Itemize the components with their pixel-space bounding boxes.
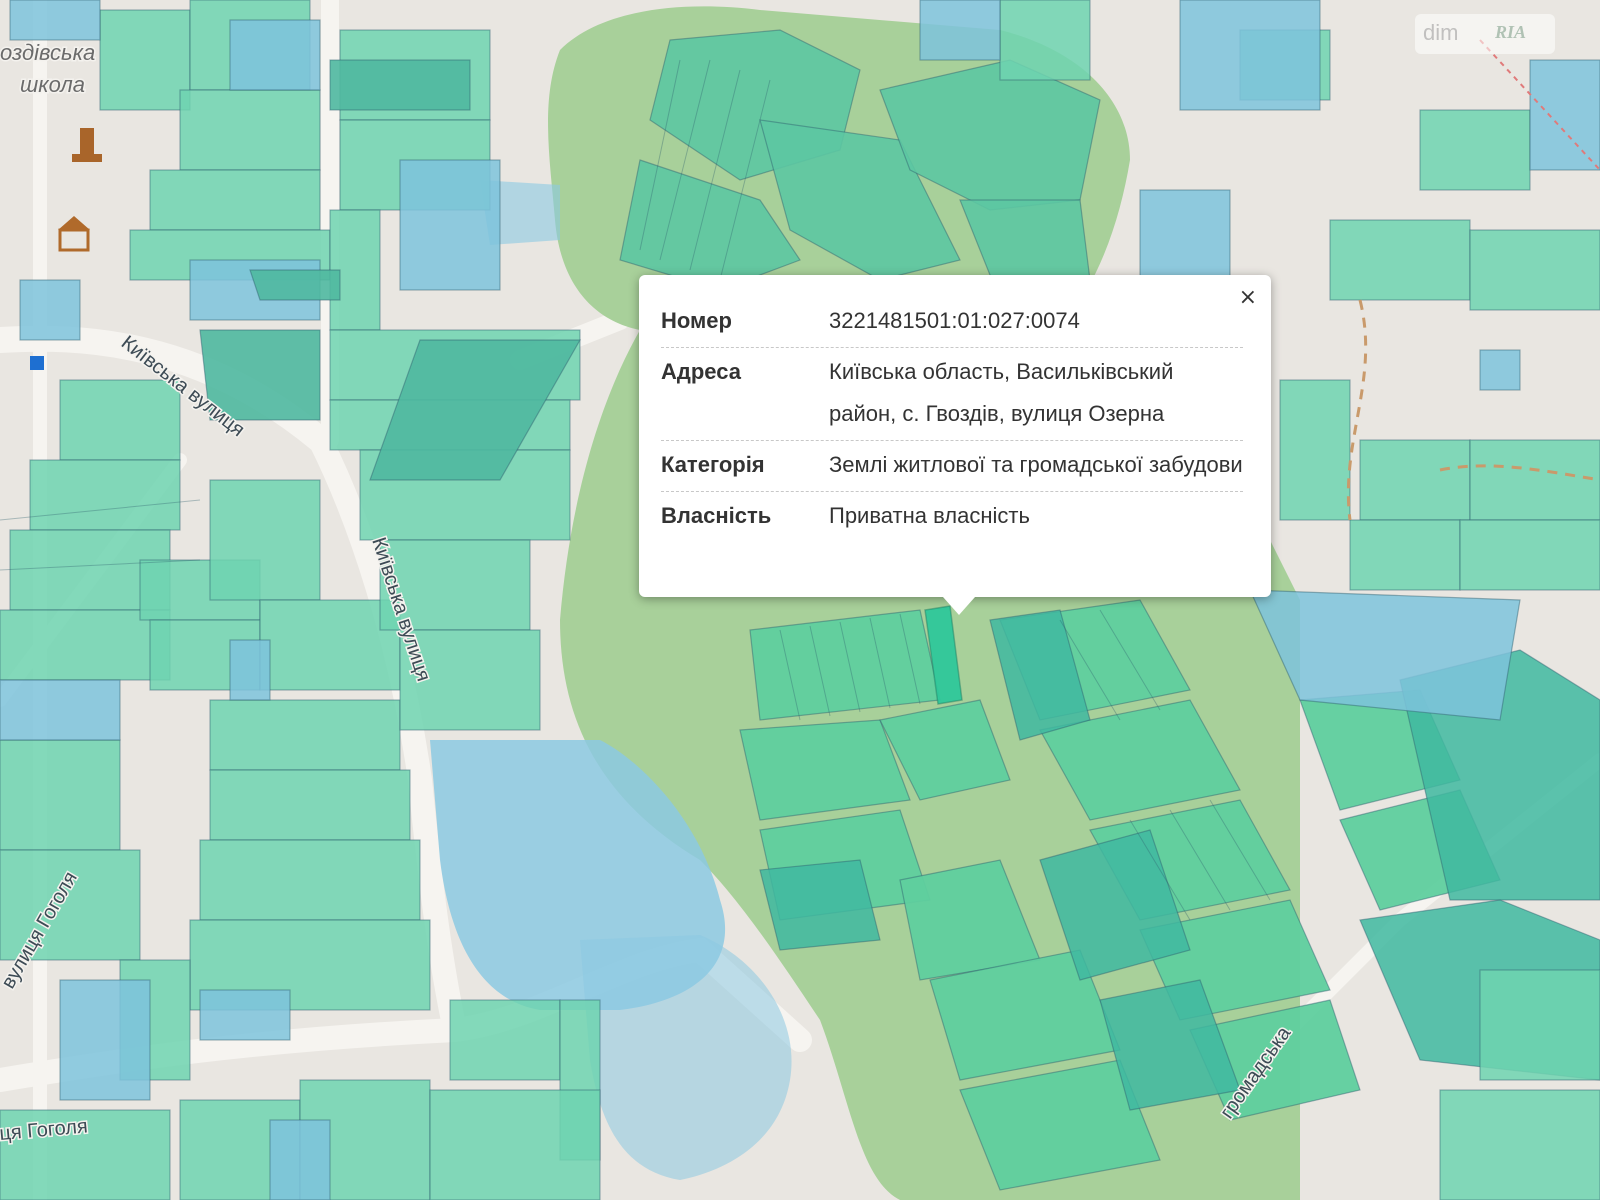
popup-value: Київська область, Васильківський район, … [829,359,1174,426]
place-label-school-1: оздівська [0,40,95,65]
popup-row-category: Категорія Землі житлової та громадської … [661,441,1243,492]
place-label-school-2: школа [20,72,85,97]
watermark-logo: dim RIA [1415,14,1555,54]
popup-row-address: Адреса Київська область, Васильківський … [661,348,1243,441]
popup-label: Власність [661,503,772,528]
watermark-brand: dim [1423,20,1459,45]
popup-value: Землі житлової та громадської забудови [829,452,1243,477]
close-icon[interactable]: × [1239,285,1257,310]
popup-label: Адреса [661,359,741,384]
popup-value: Приватна власність [829,503,1030,528]
popup-value: 3221481501:01:027:0074 [829,308,1080,333]
cadastral-map[interactable]: оздівська школа Київська вулиця Київська… [0,0,1600,1200]
watermark-brand-2: RIA [1495,22,1527,42]
popup-label: Номер [661,308,732,333]
popup-row-number: Номер 3221481501:01:027:0074 [661,297,1243,348]
parcel-info-popup: × Номер 3221481501:01:027:0074 Адреса Ки… [639,275,1271,615]
popup-row-ownership: Власність Приватна власність [661,492,1243,542]
bus-stop-icon[interactable] [30,356,44,370]
popup-label: Категорія [661,452,765,477]
